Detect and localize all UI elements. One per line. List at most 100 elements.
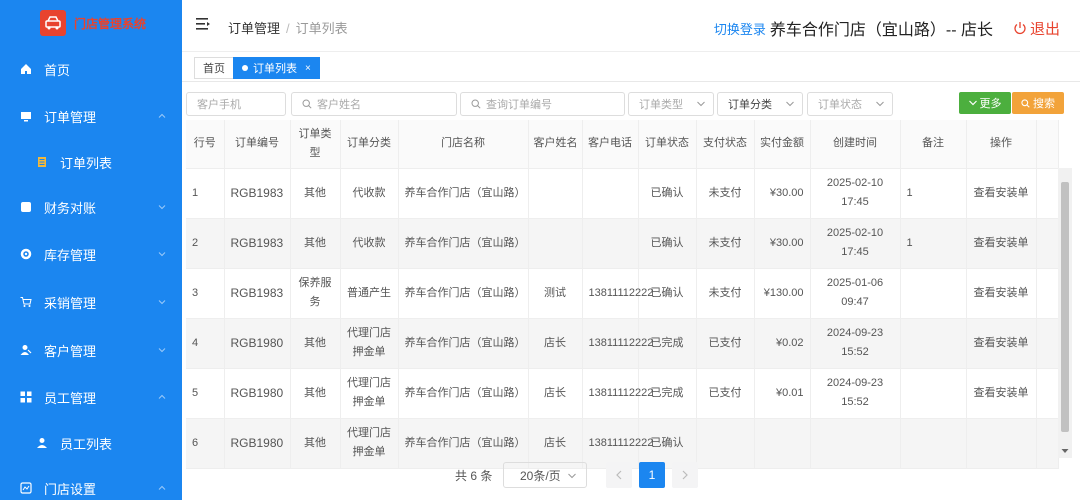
breadcrumb: 订单管理 / 订单列表: [228, 18, 348, 37]
cell-store-name: 养车合作门店（宜山路）: [398, 218, 529, 269]
cell-row-number: 3: [186, 268, 225, 319]
cell-created-time: 2025-01-06 09:47: [810, 268, 901, 319]
view-install-link[interactable]: 查看安装单: [966, 218, 1037, 269]
cell-pay-status: [696, 418, 755, 469]
page-number-current[interactable]: 1: [639, 462, 665, 488]
search-icon: [1021, 98, 1030, 108]
search-label: 搜索: [1033, 98, 1055, 110]
cell-store-name: 养车合作门店（宜山路）: [398, 368, 529, 419]
chevron-down-icon: [568, 473, 576, 479]
cell-created-time: [810, 418, 901, 469]
cell-order-category: 普通产生: [340, 268, 399, 319]
menu-toggle-icon[interactable]: [196, 18, 210, 30]
cell-remark: [900, 418, 967, 469]
view-install-link[interactable]: 查看安装单: [966, 168, 1037, 219]
search-button[interactable]: 搜索: [1012, 92, 1064, 114]
scroll-down-icon[interactable]: [1061, 448, 1069, 454]
sidebar-item-orders[interactable]: 订单管理: [0, 93, 182, 139]
tabs-bar: 首页 订单列表 ×: [182, 52, 1080, 82]
sidebar-item-purchasing[interactable]: 采销管理: [0, 279, 182, 325]
table-header-row: 行号 订单编号 订单类型 订单分类 门店名称 客户姓名 客户电话 订单状态 支付…: [186, 120, 1059, 169]
cell-amount: ¥30.00: [754, 218, 811, 269]
column-header: 订单状态: [638, 120, 697, 169]
cell-order-number[interactable]: RGB1983: [224, 268, 291, 319]
grid-icon: [20, 391, 32, 403]
cell-amount: ¥0.01: [754, 368, 811, 419]
cell-customer-name: [528, 168, 583, 219]
more-button[interactable]: 更多: [959, 92, 1011, 114]
sidebar-item-order-list[interactable]: 订单列表: [0, 139, 182, 185]
cell-order-category: 代理门店押金单: [340, 368, 399, 419]
search-icon: [471, 99, 481, 109]
switch-login-link[interactable]: 切换登录: [714, 19, 766, 38]
cell-store-name: 养车合作门店（宜山路）: [398, 268, 529, 319]
chevron-down-icon: [158, 348, 166, 353]
view-install-link[interactable]: [966, 418, 1037, 469]
cell-order-number[interactable]: RGB1980: [224, 368, 291, 419]
column-header: 实付金额: [754, 120, 811, 169]
table-row: 3 RGB1983 保养服务 普通产生 养车合作门店（宜山路） 测试 13811…: [186, 268, 1059, 319]
customer-name-input[interactable]: 客户姓名: [291, 92, 457, 116]
order-number-placeholder: 查询订单编号: [486, 99, 552, 111]
cell-created-time: 2025-02-10 17:45: [810, 168, 901, 219]
view-install-link[interactable]: 查看安装单: [966, 318, 1037, 369]
sidebar-item-staff[interactable]: 员工管理: [0, 374, 182, 420]
cell-store-name: 养车合作门店（宜山路）: [398, 418, 529, 469]
sidebar-item-home[interactable]: 首页: [0, 46, 182, 92]
scrollbar-thumb[interactable]: [1061, 182, 1069, 432]
cell-order-number[interactable]: RGB1980: [224, 418, 291, 469]
page-size-value: 20条/页: [520, 468, 561, 483]
logo: 门店管理系统: [0, 0, 182, 46]
cell-order-number[interactable]: RGB1980: [224, 318, 291, 369]
cart-icon: [20, 296, 32, 308]
chevron-left-icon: [616, 470, 622, 480]
more-label: 更多: [979, 98, 1002, 110]
tab-home[interactable]: 首页: [194, 57, 234, 79]
sidebar-item-finance[interactable]: 财务对账: [0, 184, 182, 230]
order-status-select[interactable]: 订单状态: [807, 92, 893, 116]
view-install-link[interactable]: 查看安装单: [966, 368, 1037, 419]
gear-icon: [20, 248, 32, 260]
page-size-select[interactable]: 20条/页: [503, 462, 587, 488]
next-page-button[interactable]: [672, 462, 698, 488]
logout-button[interactable]: 退出: [1013, 18, 1060, 39]
chevron-down-icon: [158, 252, 166, 257]
close-icon[interactable]: ×: [305, 63, 311, 74]
cell-amount: ¥30.00: [754, 168, 811, 219]
tab-order-list[interactable]: 订单列表 ×: [233, 57, 320, 79]
order-table: 行号 订单编号 订单类型 订单分类 门店名称 客户姓名 客户电话 订单状态 支付…: [186, 120, 1059, 469]
order-type-select[interactable]: 订单类型: [628, 92, 714, 116]
sidebar-item-label: 财务对账: [44, 200, 97, 216]
cell-order-number[interactable]: RGB1983: [224, 218, 291, 269]
sidebar-item-store-settings[interactable]: 门店设置: [0, 465, 182, 500]
sidebar-item-inventory[interactable]: 库存管理: [0, 231, 182, 277]
sidebar-item-staff-list[interactable]: 员工列表: [0, 420, 182, 466]
table-scrollbar[interactable]: [1058, 168, 1072, 458]
customer-phone-input[interactable]: 客户手机: [186, 92, 286, 116]
cell-spacer: [1036, 418, 1059, 469]
cell-customer-phone: 13811112222: [582, 368, 653, 419]
cell-customer-name: 店长: [528, 418, 583, 469]
order-status-placeholder: 订单状态: [818, 99, 862, 111]
active-dot-icon: [242, 65, 248, 71]
chevron-down-icon: [786, 101, 794, 107]
cell-customer-phone: 13811112222: [582, 318, 653, 369]
cell-spacer: [1036, 318, 1059, 369]
column-header-spacer: [1036, 120, 1059, 169]
chevron-up-icon: [158, 485, 166, 490]
table-row: 2 RGB1983 其他 代收款 养车合作门店（宜山路） 已确认 未支付 ¥30…: [186, 218, 1059, 269]
sidebar-item-label: 订单列表: [60, 155, 113, 171]
view-install-link[interactable]: 查看安装单: [966, 268, 1037, 319]
sidebar-item-customers[interactable]: 客户管理: [0, 327, 182, 373]
column-header: 门店名称: [398, 120, 529, 169]
cell-remark: 1: [900, 218, 967, 269]
cell-row-number: 6: [186, 418, 225, 469]
order-category-select[interactable]: 订单分类: [717, 92, 803, 116]
cell-order-number[interactable]: RGB1983: [224, 168, 291, 219]
prev-page-button[interactable]: [606, 462, 632, 488]
cell-order-type: 其他: [290, 218, 341, 269]
breadcrumb-item[interactable]: 订单管理: [228, 21, 280, 36]
order-number-input[interactable]: 查询订单编号: [460, 92, 625, 116]
cell-spacer: [1036, 218, 1059, 269]
column-header: 支付状态: [696, 120, 755, 169]
